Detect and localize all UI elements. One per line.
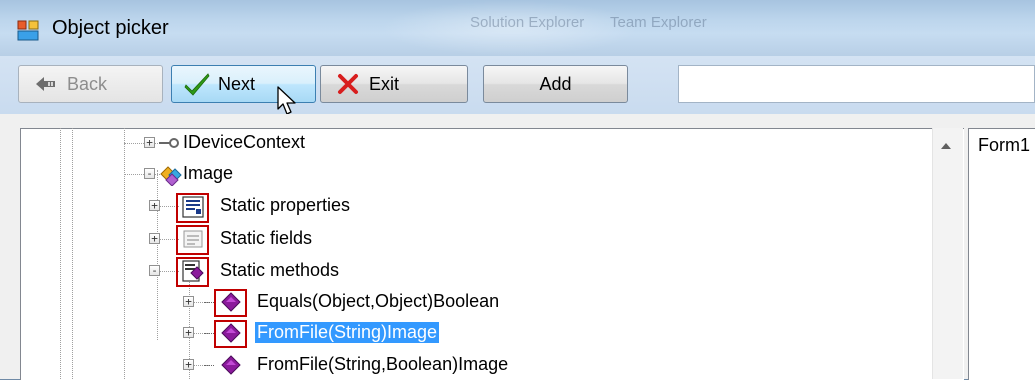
scroll-up-arrow-icon[interactable]	[936, 138, 956, 154]
form-label: Form1	[978, 135, 1031, 155]
next-label: Next	[218, 73, 256, 94]
method-icon	[221, 323, 241, 343]
close-x-icon	[338, 74, 358, 94]
expand-button[interactable]: +	[183, 359, 194, 370]
back-button[interactable]: Back	[18, 65, 163, 103]
properties-icon	[182, 196, 204, 218]
tree-node-label[interactable]: Image	[183, 163, 233, 184]
tree-node-label[interactable]: Static properties	[220, 195, 350, 216]
collapse-button[interactable]: -	[149, 265, 160, 276]
app-icon	[17, 20, 39, 41]
interface-icon	[159, 138, 179, 148]
fields-icon	[183, 230, 203, 248]
tree-node-label[interactable]: Equals(Object,Object)Boolean	[257, 291, 499, 312]
window-title: Object picker	[52, 17, 169, 39]
mouse-cursor-icon	[277, 86, 296, 115]
back-label: Back	[67, 73, 108, 94]
search-input[interactable]	[678, 65, 1035, 103]
background-ghost-text: Solution Explorer	[470, 14, 585, 31]
collapse-button[interactable]: -	[144, 168, 155, 179]
expand-button[interactable]: +	[149, 233, 160, 244]
tree-node-label[interactable]: Static methods	[220, 260, 339, 281]
form-panel[interactable]	[968, 128, 1035, 380]
back-arrow-icon	[36, 77, 55, 91]
add-label: Add	[539, 73, 572, 94]
class-icon	[160, 166, 182, 186]
method-icon	[221, 355, 241, 375]
methods-icon	[182, 260, 204, 282]
add-button[interactable]: Add	[483, 65, 628, 103]
toolbar: Back Next Exit Add	[0, 56, 1035, 115]
tree-node-label[interactable]: IDeviceContext	[183, 132, 305, 153]
tree-node-label[interactable]: Static fields	[220, 228, 312, 249]
exit-button[interactable]: Exit	[320, 65, 468, 103]
background-ghost-text: Team Explorer	[610, 14, 707, 31]
tree-node-label[interactable]: FromFile(String,Boolean)Image	[257, 354, 508, 375]
method-icon	[221, 292, 241, 312]
expand-button[interactable]: +	[144, 137, 155, 148]
expand-button[interactable]: +	[183, 327, 194, 338]
exit-label: Exit	[369, 73, 400, 94]
checkmark-icon	[184, 73, 210, 96]
main-content: Form1 + IDeviceContext - Image + Static …	[0, 114, 1035, 380]
expand-button[interactable]: +	[149, 200, 160, 211]
expand-button[interactable]: +	[183, 296, 194, 307]
title-bar: Solution Explorer Team Explorer Object p…	[0, 0, 1035, 56]
tree-scrollbar[interactable]	[932, 128, 963, 379]
tree-node-label-selected[interactable]: FromFile(String)Image	[255, 322, 440, 343]
